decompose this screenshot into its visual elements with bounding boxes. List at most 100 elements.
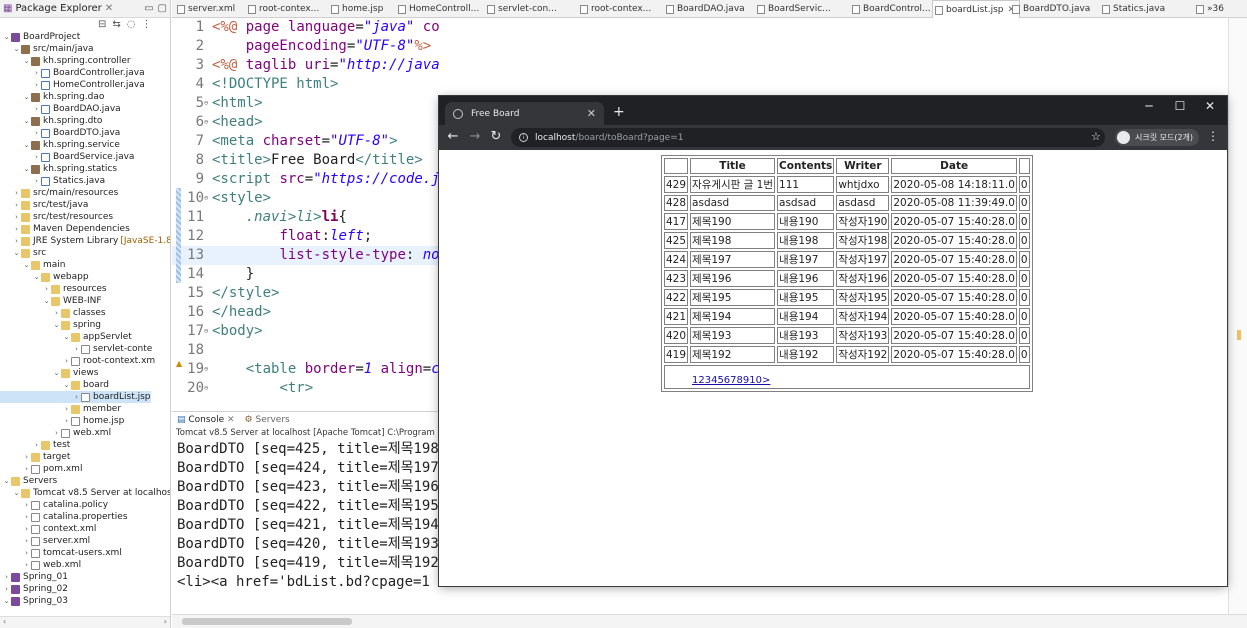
console-horizontal-scrollbar[interactable] bbox=[172, 614, 1247, 628]
forward-icon[interactable]: → bbox=[467, 129, 483, 144]
expand-arrow-down-icon[interactable]: ⌄ bbox=[2, 475, 11, 487]
tree-item[interactable]: › Spring_02 bbox=[0, 583, 68, 595]
tree-item[interactable]: ⌄ BoardProject bbox=[0, 31, 81, 43]
expand-arrow-right-icon[interactable]: › bbox=[32, 67, 41, 79]
view-menu-icon[interactable]: ⋮ bbox=[142, 19, 152, 30]
expand-arrow-right-icon[interactable]: › bbox=[22, 511, 31, 523]
expand-arrow-down-icon[interactable]: ⌄ bbox=[62, 379, 71, 391]
expand-arrow-down-icon[interactable]: ⌄ bbox=[22, 91, 31, 103]
browser-tab[interactable]: Free Board ✕ bbox=[445, 102, 604, 125]
tree-item[interactable]: › root-context.xm bbox=[0, 355, 155, 367]
code-line[interactable]: 9 <script src="https://code.jquery.com/jq… bbox=[172, 170, 439, 189]
expand-arrow-right-icon[interactable]: › bbox=[72, 391, 81, 403]
servers-tab[interactable]: ⚙ Servers bbox=[245, 415, 290, 425]
collapse-all-icon[interactable]: ⊟ bbox=[98, 19, 106, 30]
expand-arrow-down-icon[interactable]: ⌄ bbox=[12, 487, 21, 499]
editor-tab[interactable]: home.jsp bbox=[329, 0, 383, 18]
tree-item[interactable]: › test bbox=[0, 439, 70, 451]
tree-item[interactable]: › BoardController.java bbox=[0, 67, 145, 79]
expand-arrow-down-icon[interactable]: ⌄ bbox=[32, 271, 41, 283]
tree-item[interactable]: ⌄ board bbox=[0, 379, 109, 391]
tree-horizontal-scrollbar[interactable]: ‹ › bbox=[0, 616, 170, 628]
tree-item[interactable]: ⌄ appServlet bbox=[0, 331, 132, 343]
expand-arrow-right-icon[interactable]: › bbox=[12, 235, 21, 247]
tree-item[interactable]: ⌄ kh.spring.statics bbox=[0, 163, 118, 175]
editor-tab[interactable]: »36 bbox=[1194, 0, 1224, 18]
tree-item[interactable]: › server.xml bbox=[0, 535, 90, 547]
focus-icon[interactable]: ◌ bbox=[127, 19, 136, 30]
expand-arrow-right-icon[interactable]: › bbox=[32, 103, 41, 115]
expand-arrow-right-icon[interactable]: › bbox=[52, 307, 61, 319]
expand-arrow-down-icon[interactable]: ⌄ bbox=[42, 295, 51, 307]
expand-arrow-right-icon[interactable]: › bbox=[22, 559, 31, 571]
expand-arrow-down-icon[interactable]: ⌄ bbox=[12, 247, 21, 259]
tree-item[interactable]: › member bbox=[0, 403, 121, 415]
tree-item[interactable]: ⌄ kh.spring.dao bbox=[0, 91, 105, 103]
package-explorer-tab[interactable]: ▦ Package Explorer ✕ ▭ ▢ bbox=[0, 0, 170, 18]
expand-arrow-down-icon[interactable]: ⌄ bbox=[22, 115, 31, 127]
code-line[interactable]: 13 list-style-type: none; bbox=[172, 246, 439, 265]
browser-titlebar[interactable]: Free Board ✕ + ─ ☐ ✕ bbox=[439, 96, 1227, 125]
expand-arrow-down-icon[interactable]: ⌄ bbox=[2, 595, 11, 607]
expand-arrow-down-icon[interactable]: ⌄ bbox=[2, 31, 11, 43]
expand-arrow-down-icon[interactable]: ⌄ bbox=[22, 163, 31, 175]
code-line[interactable]: 15 </style> bbox=[172, 284, 439, 303]
tree-item[interactable]: › src/main/resources bbox=[0, 187, 118, 199]
expand-arrow-right-icon[interactable]: › bbox=[62, 403, 71, 415]
expand-arrow-right-icon[interactable]: › bbox=[12, 211, 21, 223]
scroll-right-icon[interactable]: › bbox=[164, 617, 167, 628]
tree-item[interactable]: ⌄ views bbox=[0, 367, 99, 379]
tree-item[interactable]: ⌄ webapp bbox=[0, 271, 89, 283]
tree-item[interactable]: ⌄ kh.spring.service bbox=[0, 139, 120, 151]
tree-item[interactable]: › BoardService.java bbox=[0, 151, 134, 163]
expand-arrow-right-icon[interactable]: › bbox=[32, 175, 41, 187]
tree-item[interactable]: › catalina.policy bbox=[0, 499, 108, 511]
back-icon[interactable]: ← bbox=[445, 129, 461, 144]
expand-arrow-right-icon[interactable]: › bbox=[22, 499, 31, 511]
close-console-icon[interactable]: ✕ bbox=[227, 415, 235, 425]
link-editor-icon[interactable]: ⇆ bbox=[112, 19, 120, 30]
tree-item[interactable]: › Statics.java bbox=[0, 175, 105, 187]
tree-item[interactable]: › boardList.jsp bbox=[0, 391, 151, 403]
overview-mark[interactable] bbox=[1237, 330, 1241, 340]
expand-arrow-right-icon[interactable]: › bbox=[32, 151, 41, 163]
close-window-icon[interactable]: ✕ bbox=[1200, 99, 1220, 113]
tree-item[interactable]: › src/test/java bbox=[0, 199, 88, 211]
editor-tab[interactable]: servlet-con... bbox=[485, 0, 557, 18]
code-line[interactable]: 6⊖ <head> bbox=[172, 113, 439, 132]
tree-item[interactable]: › pom.xml bbox=[0, 463, 82, 475]
tree-item[interactable]: › BoardDTO.java bbox=[0, 127, 120, 139]
expand-arrow-down-icon[interactable]: ⌄ bbox=[12, 43, 21, 55]
console-tab[interactable]: ▤ Console ✕ bbox=[177, 415, 235, 425]
tree-item[interactable]: › tomcat-users.xml bbox=[0, 547, 122, 559]
editor-tab[interactable]: boardList.jsp✕ bbox=[932, 0, 1021, 18]
code-line[interactable]: 14 } bbox=[172, 265, 439, 284]
expand-arrow-down-icon[interactable]: ⌄ bbox=[52, 367, 61, 379]
code-line[interactable]: 1 <%@ page language="java" contentType="t… bbox=[172, 18, 439, 37]
tree-item[interactable]: › Maven Dependencies bbox=[0, 223, 130, 235]
code-line[interactable]: 8 <title>Free Board</title> bbox=[172, 151, 439, 170]
incognito-badge[interactable]: 시크릿 모드(2개) bbox=[1115, 129, 1200, 146]
expand-arrow-right-icon[interactable]: › bbox=[42, 283, 51, 295]
editor-overview-ruler[interactable] bbox=[1228, 18, 1247, 614]
expand-arrow-right-icon[interactable]: › bbox=[12, 187, 21, 199]
scrollbar-thumb[interactable] bbox=[182, 618, 352, 625]
tree-item[interactable]: › servlet-conte bbox=[0, 343, 152, 355]
tree-item[interactable]: › JRE System Library [JavaSE-1.8 bbox=[0, 235, 170, 247]
tree-item[interactable]: › classes bbox=[0, 307, 105, 319]
editor-tab[interactable]: root-contex... bbox=[578, 0, 651, 18]
expand-arrow-right-icon[interactable]: › bbox=[32, 79, 41, 91]
tree-item[interactable]: ⌄ kh.spring.dto bbox=[0, 115, 103, 127]
bookmark-star-icon[interactable]: ☆ bbox=[1091, 130, 1101, 143]
expand-arrow-down-icon[interactable]: ⌄ bbox=[22, 55, 31, 67]
editor-tab[interactable]: BoardDTO.java bbox=[1010, 0, 1090, 18]
code-line[interactable]: 12 float:left; bbox=[172, 227, 439, 246]
code-line[interactable]: 20⊖ <tr> bbox=[172, 379, 439, 398]
expand-arrow-right-icon[interactable]: › bbox=[22, 463, 31, 475]
address-bar[interactable]: i localhost/board/toBoard?page=1 bbox=[511, 128, 1105, 147]
expand-arrow-right-icon[interactable]: › bbox=[12, 223, 21, 235]
tree-item[interactable]: › target bbox=[0, 451, 70, 463]
code-line[interactable]: 17⊖ <body> bbox=[172, 322, 439, 341]
code-line[interactable]: 7 <meta charset="UTF-8"> bbox=[172, 132, 439, 151]
code-line[interactable]: 11 .navi>li>li{ bbox=[172, 208, 439, 227]
